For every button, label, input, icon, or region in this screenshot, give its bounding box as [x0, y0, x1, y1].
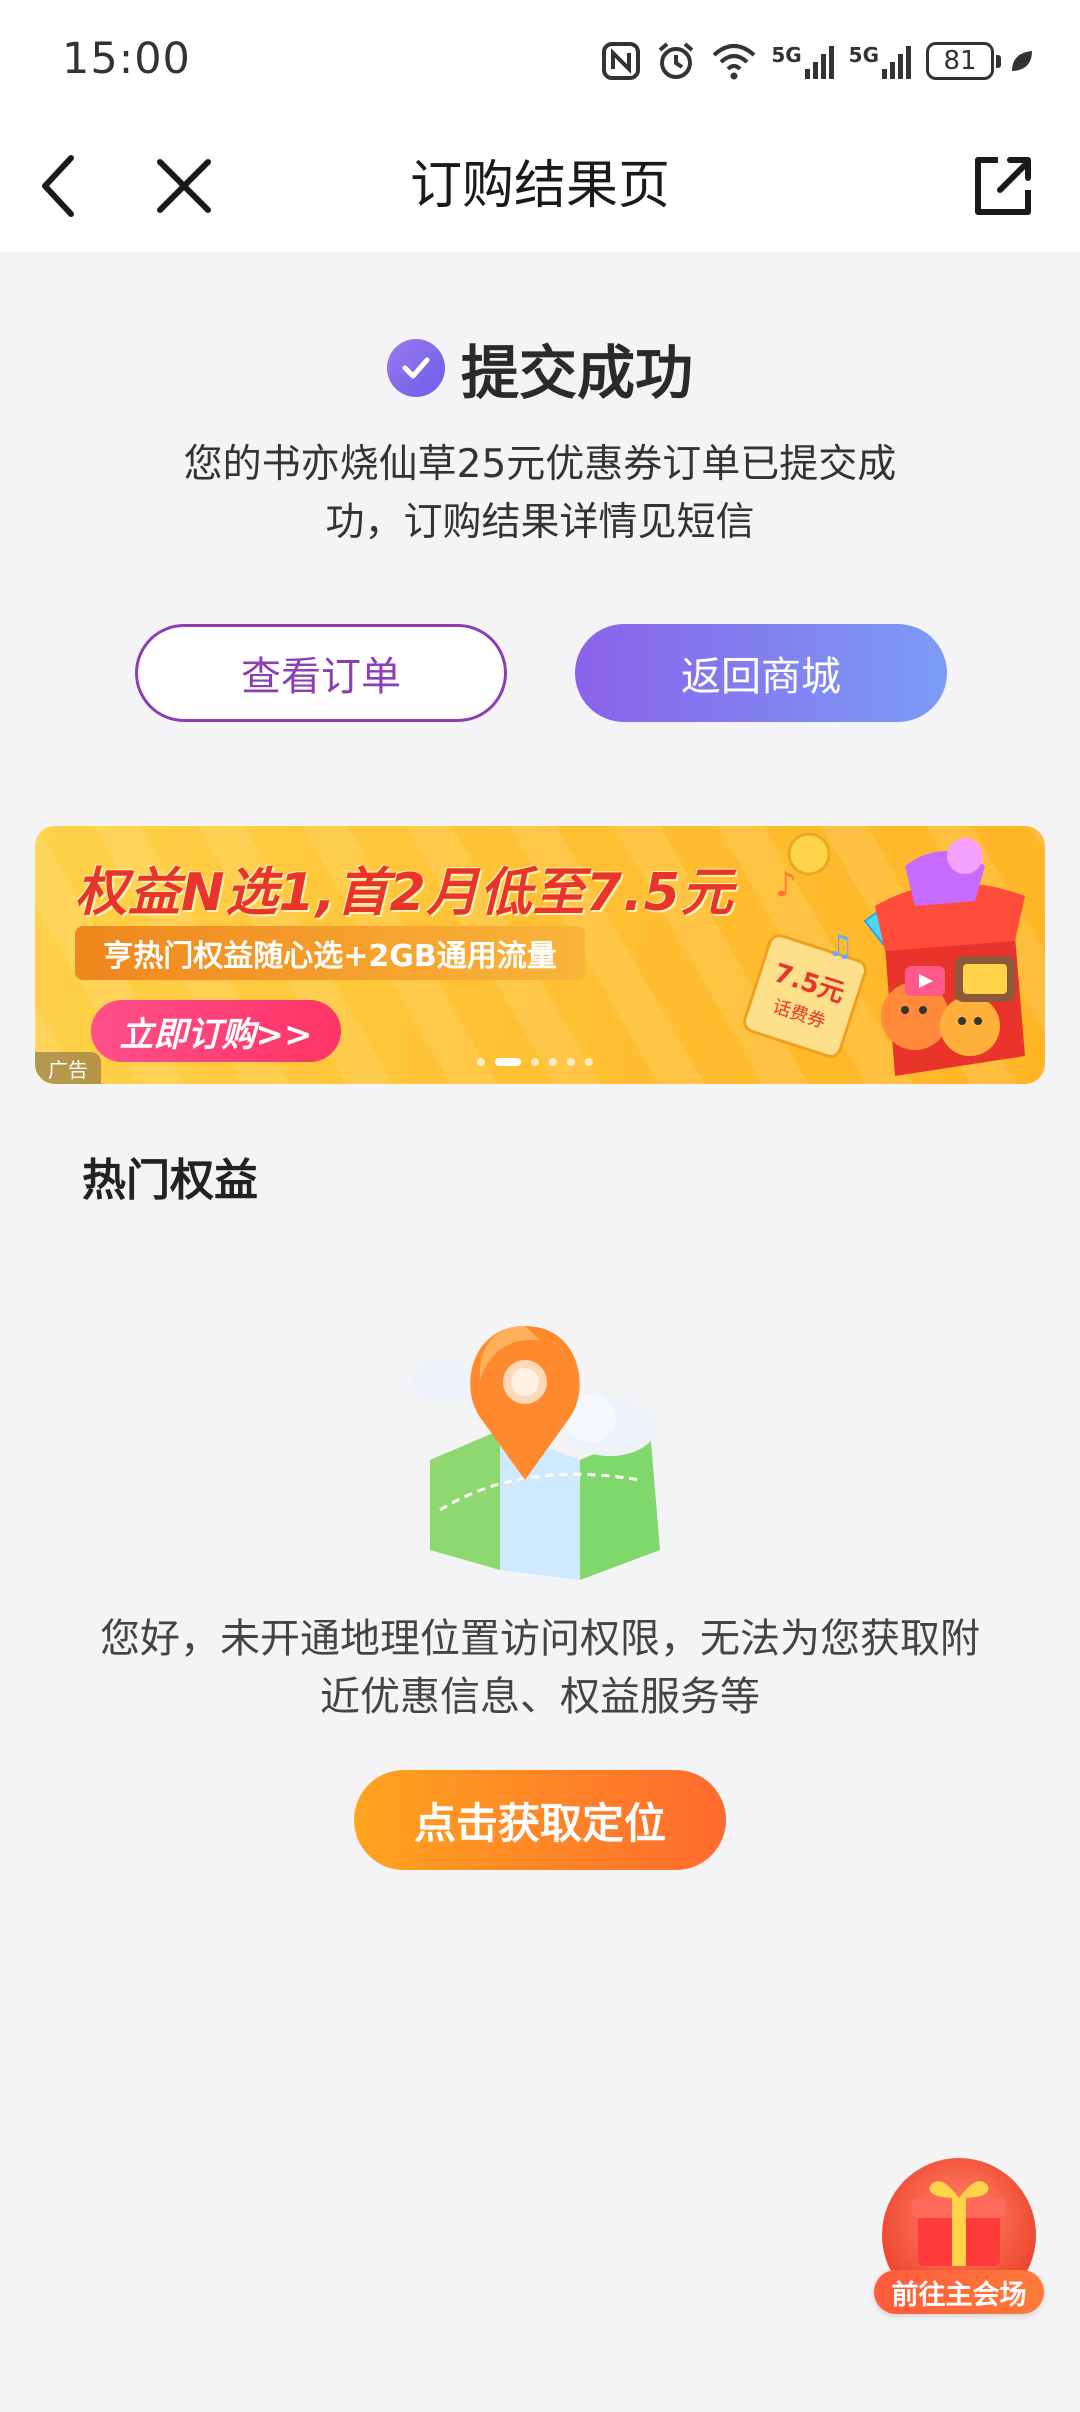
gift-icon — [912, 2181, 1006, 2266]
alarm-icon — [659, 42, 694, 79]
section-title-hot: 热门权益 — [82, 1155, 258, 1206]
banner-order-button[interactable]: 立即订购>> — [91, 1000, 341, 1062]
signal-label: 5G — [848, 43, 879, 67]
svg-text:♪: ♪ — [775, 865, 797, 905]
main-venue-float-button[interactable]: 前往主会场 — [874, 2158, 1044, 2318]
success-message: 您的书亦烧仙草25元优惠券订单已提交成功，订购结果详情见短信 — [183, 442, 897, 545]
share-button[interactable] — [964, 148, 1040, 224]
banner-title: 权益N选1,首2月低至7.5元 — [75, 863, 734, 923]
status-bar: 15:00 5G 5G 81 — [0, 0, 1080, 120]
signal-bars-icon — [882, 46, 911, 79]
leaf-icon — [1012, 51, 1032, 71]
title-bar: 订购结果页 — [0, 120, 1080, 252]
carousel-dot[interactable] — [567, 1058, 575, 1066]
signal-5g-2: 5G — [849, 43, 912, 79]
carousel-dot[interactable] — [477, 1058, 485, 1066]
battery-level: 81 — [943, 46, 977, 76]
location-permission-message: 您好，未开通地理位置访问权限，无法为您获取附近优惠信息、权益服务等 — [100, 1616, 980, 1720]
carousel-dots — [477, 1058, 593, 1066]
view-order-button[interactable]: 查看订单 — [135, 624, 507, 722]
signal-bars-icon — [804, 46, 834, 79]
carousel-dot[interactable] — [531, 1058, 539, 1066]
float-label: 前往主会场 — [874, 2270, 1044, 2314]
back-to-mall-button[interactable]: 返回商城 — [575, 624, 947, 722]
success-heading: 提交成功 — [0, 326, 1080, 410]
share-external-icon — [975, 157, 1031, 215]
battery-indicator: 81 — [926, 42, 1001, 80]
status-time: 15:00 — [62, 34, 191, 84]
gift-box-illustration: 7.5元 话费券 ♪ ♫ — [743, 832, 1025, 1076]
map-location-illustration — [412, 1326, 660, 1580]
carousel-dot-active[interactable] — [495, 1058, 521, 1066]
ad-tag: 广告 — [35, 1052, 101, 1084]
check-icon — [386, 339, 445, 397]
carousel-dot[interactable] — [549, 1058, 557, 1066]
carousel-dot[interactable] — [585, 1058, 593, 1066]
success-title: 提交成功 — [460, 339, 693, 407]
get-location-button[interactable]: 点击获取定位 — [354, 1770, 726, 1870]
wifi-icon — [712, 44, 756, 80]
nfc-icon — [602, 42, 641, 80]
signal-5g-1: 5G — [771, 43, 834, 79]
signal-label: 5G — [771, 43, 802, 67]
svg-text:♫: ♫ — [827, 929, 854, 964]
promo-banner[interactable]: 权益N选1,首2月低至7.5元 亨热门权益随心选+2GB通用流量 立即订购>> … — [35, 826, 1045, 1084]
banner-subtitle: 亨热门权益随心选+2GB通用流量 — [75, 926, 585, 980]
page-title: 订购结果页 — [409, 156, 670, 216]
status-icons: 5G 5G 81 — [601, 36, 1036, 86]
